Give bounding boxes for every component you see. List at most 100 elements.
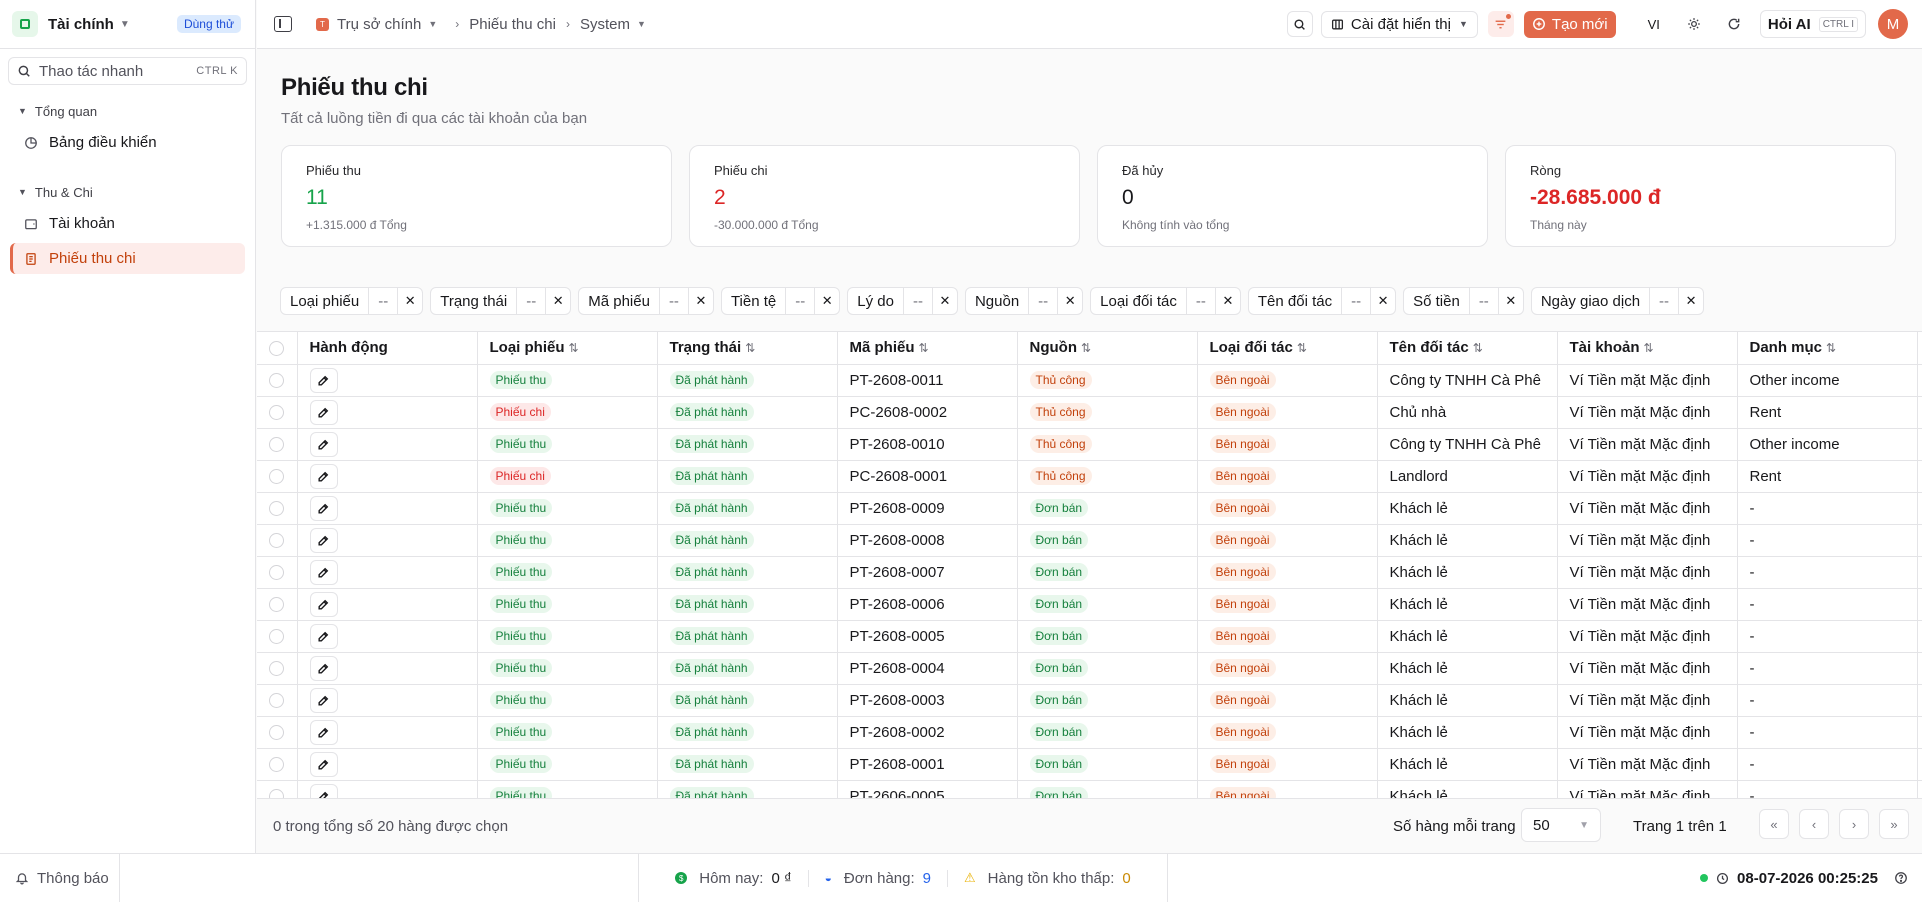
- row-checkbox[interactable]: [257, 652, 298, 685]
- cell-code[interactable]: PC-2608-0002: [837, 396, 1018, 429]
- filter-chip-name[interactable]: Lý do: [848, 288, 904, 314]
- workspace-switcher[interactable]: Tài chính ▼ Dùng thử: [0, 0, 255, 49]
- edit-pencil-icon[interactable]: [309, 655, 338, 681]
- table-row[interactable]: Phiếu thu Đã phát hành PT-2608-0003 Đơn bán…: [257, 684, 1922, 717]
- chevron-down-icon[interactable]: ▼: [428, 19, 437, 29]
- close-icon[interactable]: ✕: [933, 293, 957, 309]
- cell-code[interactable]: PT-2606-0005: [837, 780, 1018, 798]
- sidebar-item-accounts[interactable]: Tài khoản: [10, 208, 245, 239]
- row-checkbox[interactable]: [257, 748, 298, 781]
- edit-pencil-icon[interactable]: [309, 495, 338, 521]
- table-row[interactable]: Phiếu thu Đã phát hành PT-2608-0002 Đơn bán…: [257, 716, 1922, 749]
- filter-chip-value[interactable]: --: [517, 288, 547, 314]
- sidebar-toggle-icon[interactable]: [274, 16, 292, 32]
- breadcrumb-system[interactable]: System: [580, 16, 630, 33]
- column-header[interactable]: Loại đối tác ⇅: [1197, 332, 1378, 365]
- row-checkbox[interactable]: [257, 588, 298, 621]
- close-icon[interactable]: ✕: [1371, 293, 1395, 309]
- filter-chip-value[interactable]: --: [1187, 288, 1216, 314]
- column-header[interactable]: Mã phiếu ⇅: [837, 332, 1018, 365]
- cell-code[interactable]: PC-2608-0001: [837, 460, 1018, 493]
- filter-chip-name[interactable]: Loại phiếu: [281, 288, 370, 314]
- filter-chip-name[interactable]: Nguồn: [966, 288, 1030, 314]
- close-icon[interactable]: ✕: [1058, 293, 1082, 309]
- sort-arrows-icon[interactable]: ⇅: [1473, 341, 1483, 355]
- filter-button[interactable]: [1487, 11, 1514, 37]
- filter-chip-value[interactable]: --: [904, 288, 933, 314]
- filter-chip-value[interactable]: --: [1029, 288, 1059, 314]
- close-icon[interactable]: ✕: [689, 293, 713, 309]
- row-checkbox[interactable]: [257, 716, 298, 749]
- filter-chip-name[interactable]: Mã phiếu: [579, 288, 660, 314]
- column-header[interactable]: Loại phiếu ⇅: [477, 332, 658, 365]
- edit-pencil-icon[interactable]: [309, 367, 338, 393]
- cell-code[interactable]: PT-2608-0003: [837, 684, 1018, 717]
- edit-pencil-icon[interactable]: [309, 783, 338, 798]
- row-checkbox[interactable]: [257, 460, 298, 493]
- section-income-expense[interactable]: ▼ Thu & Chi: [0, 178, 255, 206]
- column-header[interactable]: Nguồn ⇅: [1017, 332, 1198, 365]
- column-header[interactable]: Trạng thái ⇅: [657, 332, 838, 365]
- cell-code[interactable]: PT-2608-0006: [837, 588, 1018, 621]
- breadcrumb-branch[interactable]: Trụ sở chính: [337, 16, 421, 33]
- filter-chip-value[interactable]: --: [369, 288, 399, 314]
- sort-arrows-icon[interactable]: ⇅: [1081, 341, 1091, 355]
- cell-code[interactable]: PT-2608-0004: [837, 652, 1018, 685]
- language-switch[interactable]: VI: [1648, 17, 1660, 32]
- table-row[interactable]: Phiếu thu Đã phát hành PT-2608-0009 Đơn bán…: [257, 492, 1922, 525]
- edit-pencil-icon[interactable]: [309, 399, 338, 425]
- row-checkbox[interactable]: [257, 524, 298, 557]
- sort-arrows-icon[interactable]: ⇅: [745, 341, 755, 355]
- breadcrumb-page[interactable]: Phiếu thu chi: [469, 16, 556, 33]
- filter-chip[interactable]: Loại phiếu -- ✕: [280, 287, 424, 315]
- edit-pencil-icon[interactable]: [309, 527, 338, 553]
- edit-pencil-icon[interactable]: [309, 559, 338, 585]
- edit-pencil-icon[interactable]: [309, 751, 338, 777]
- filter-chip[interactable]: Ngày giao dịch -- ✕: [1530, 287, 1705, 315]
- row-checkbox[interactable]: [257, 620, 298, 653]
- select-all-checkbox[interactable]: [257, 332, 298, 365]
- edit-pencil-icon[interactable]: [309, 687, 338, 713]
- close-icon[interactable]: ✕: [1216, 293, 1240, 309]
- first-page-button[interactable]: «: [1759, 809, 1789, 839]
- row-checkbox[interactable]: [257, 364, 298, 397]
- row-checkbox[interactable]: [257, 396, 298, 429]
- display-settings-button[interactable]: Cài đặt hiển thị ▼: [1320, 10, 1478, 38]
- filter-chip[interactable]: Tên đối tác -- ✕: [1247, 287, 1397, 315]
- next-page-button[interactable]: ›: [1839, 809, 1869, 839]
- row-checkbox[interactable]: [257, 556, 298, 589]
- table-row[interactable]: Phiếu thu Đã phát hành PT-2606-0005 Đơn bán…: [257, 780, 1922, 798]
- column-header[interactable]: Tài khoản ⇅: [1557, 332, 1738, 365]
- cell-code[interactable]: PT-2608-0001: [837, 748, 1018, 781]
- chevron-down-icon[interactable]: ▼: [637, 19, 646, 29]
- table-row[interactable]: Phiếu thu Đã phát hành PT-2608-0010 Thủ côn…: [257, 428, 1922, 461]
- filter-chip-name[interactable]: Loại đối tác: [1091, 288, 1187, 314]
- section-overview[interactable]: ▼ Tổng quan: [0, 97, 255, 125]
- sort-arrows-icon[interactable]: ⇅: [1644, 341, 1654, 355]
- edit-pencil-icon[interactable]: [309, 591, 338, 617]
- sidebar-item-vouchers[interactable]: Phiếu thu chi: [10, 243, 245, 274]
- cell-code[interactable]: PT-2608-0010: [837, 428, 1018, 461]
- column-header[interactable]: Danh mục ⇅: [1737, 332, 1918, 365]
- sort-arrows-icon[interactable]: ⇅: [1297, 341, 1307, 355]
- filter-chip-name[interactable]: Số tiền: [1404, 288, 1470, 314]
- table-row[interactable]: Phiếu chi Đã phát hành PC-2608-0001 Thủ côn…: [257, 460, 1922, 493]
- search-button[interactable]: [1286, 11, 1313, 37]
- quick-action-search[interactable]: Thao tác nhanh CTRL K: [8, 57, 247, 85]
- cell-code[interactable]: PT-2608-0011: [837, 364, 1018, 397]
- sort-arrows-icon[interactable]: ⇅: [1826, 341, 1836, 355]
- table-row[interactable]: Phiếu thu Đã phát hành PT-2608-0007 Đơn bán…: [257, 556, 1922, 589]
- close-icon[interactable]: ✕: [1499, 293, 1523, 309]
- filter-chip-name[interactable]: Ngày giao dịch: [1532, 288, 1651, 314]
- notifications-button[interactable]: Thông báo: [0, 854, 120, 902]
- filter-chip[interactable]: Mã phiếu -- ✕: [578, 287, 714, 315]
- row-checkbox[interactable]: [257, 428, 298, 461]
- cell-code[interactable]: PT-2608-0002: [837, 716, 1018, 749]
- edit-pencil-icon[interactable]: [309, 623, 338, 649]
- row-checkbox[interactable]: [257, 780, 298, 798]
- filter-chip-name[interactable]: Tiền tệ: [722, 288, 787, 314]
- column-header[interactable]: Tên đối tác ⇅: [1377, 332, 1558, 365]
- filter-chip-value[interactable]: --: [1470, 288, 1499, 314]
- filter-chip-value[interactable]: --: [660, 288, 689, 314]
- help-icon[interactable]: [1894, 871, 1908, 885]
